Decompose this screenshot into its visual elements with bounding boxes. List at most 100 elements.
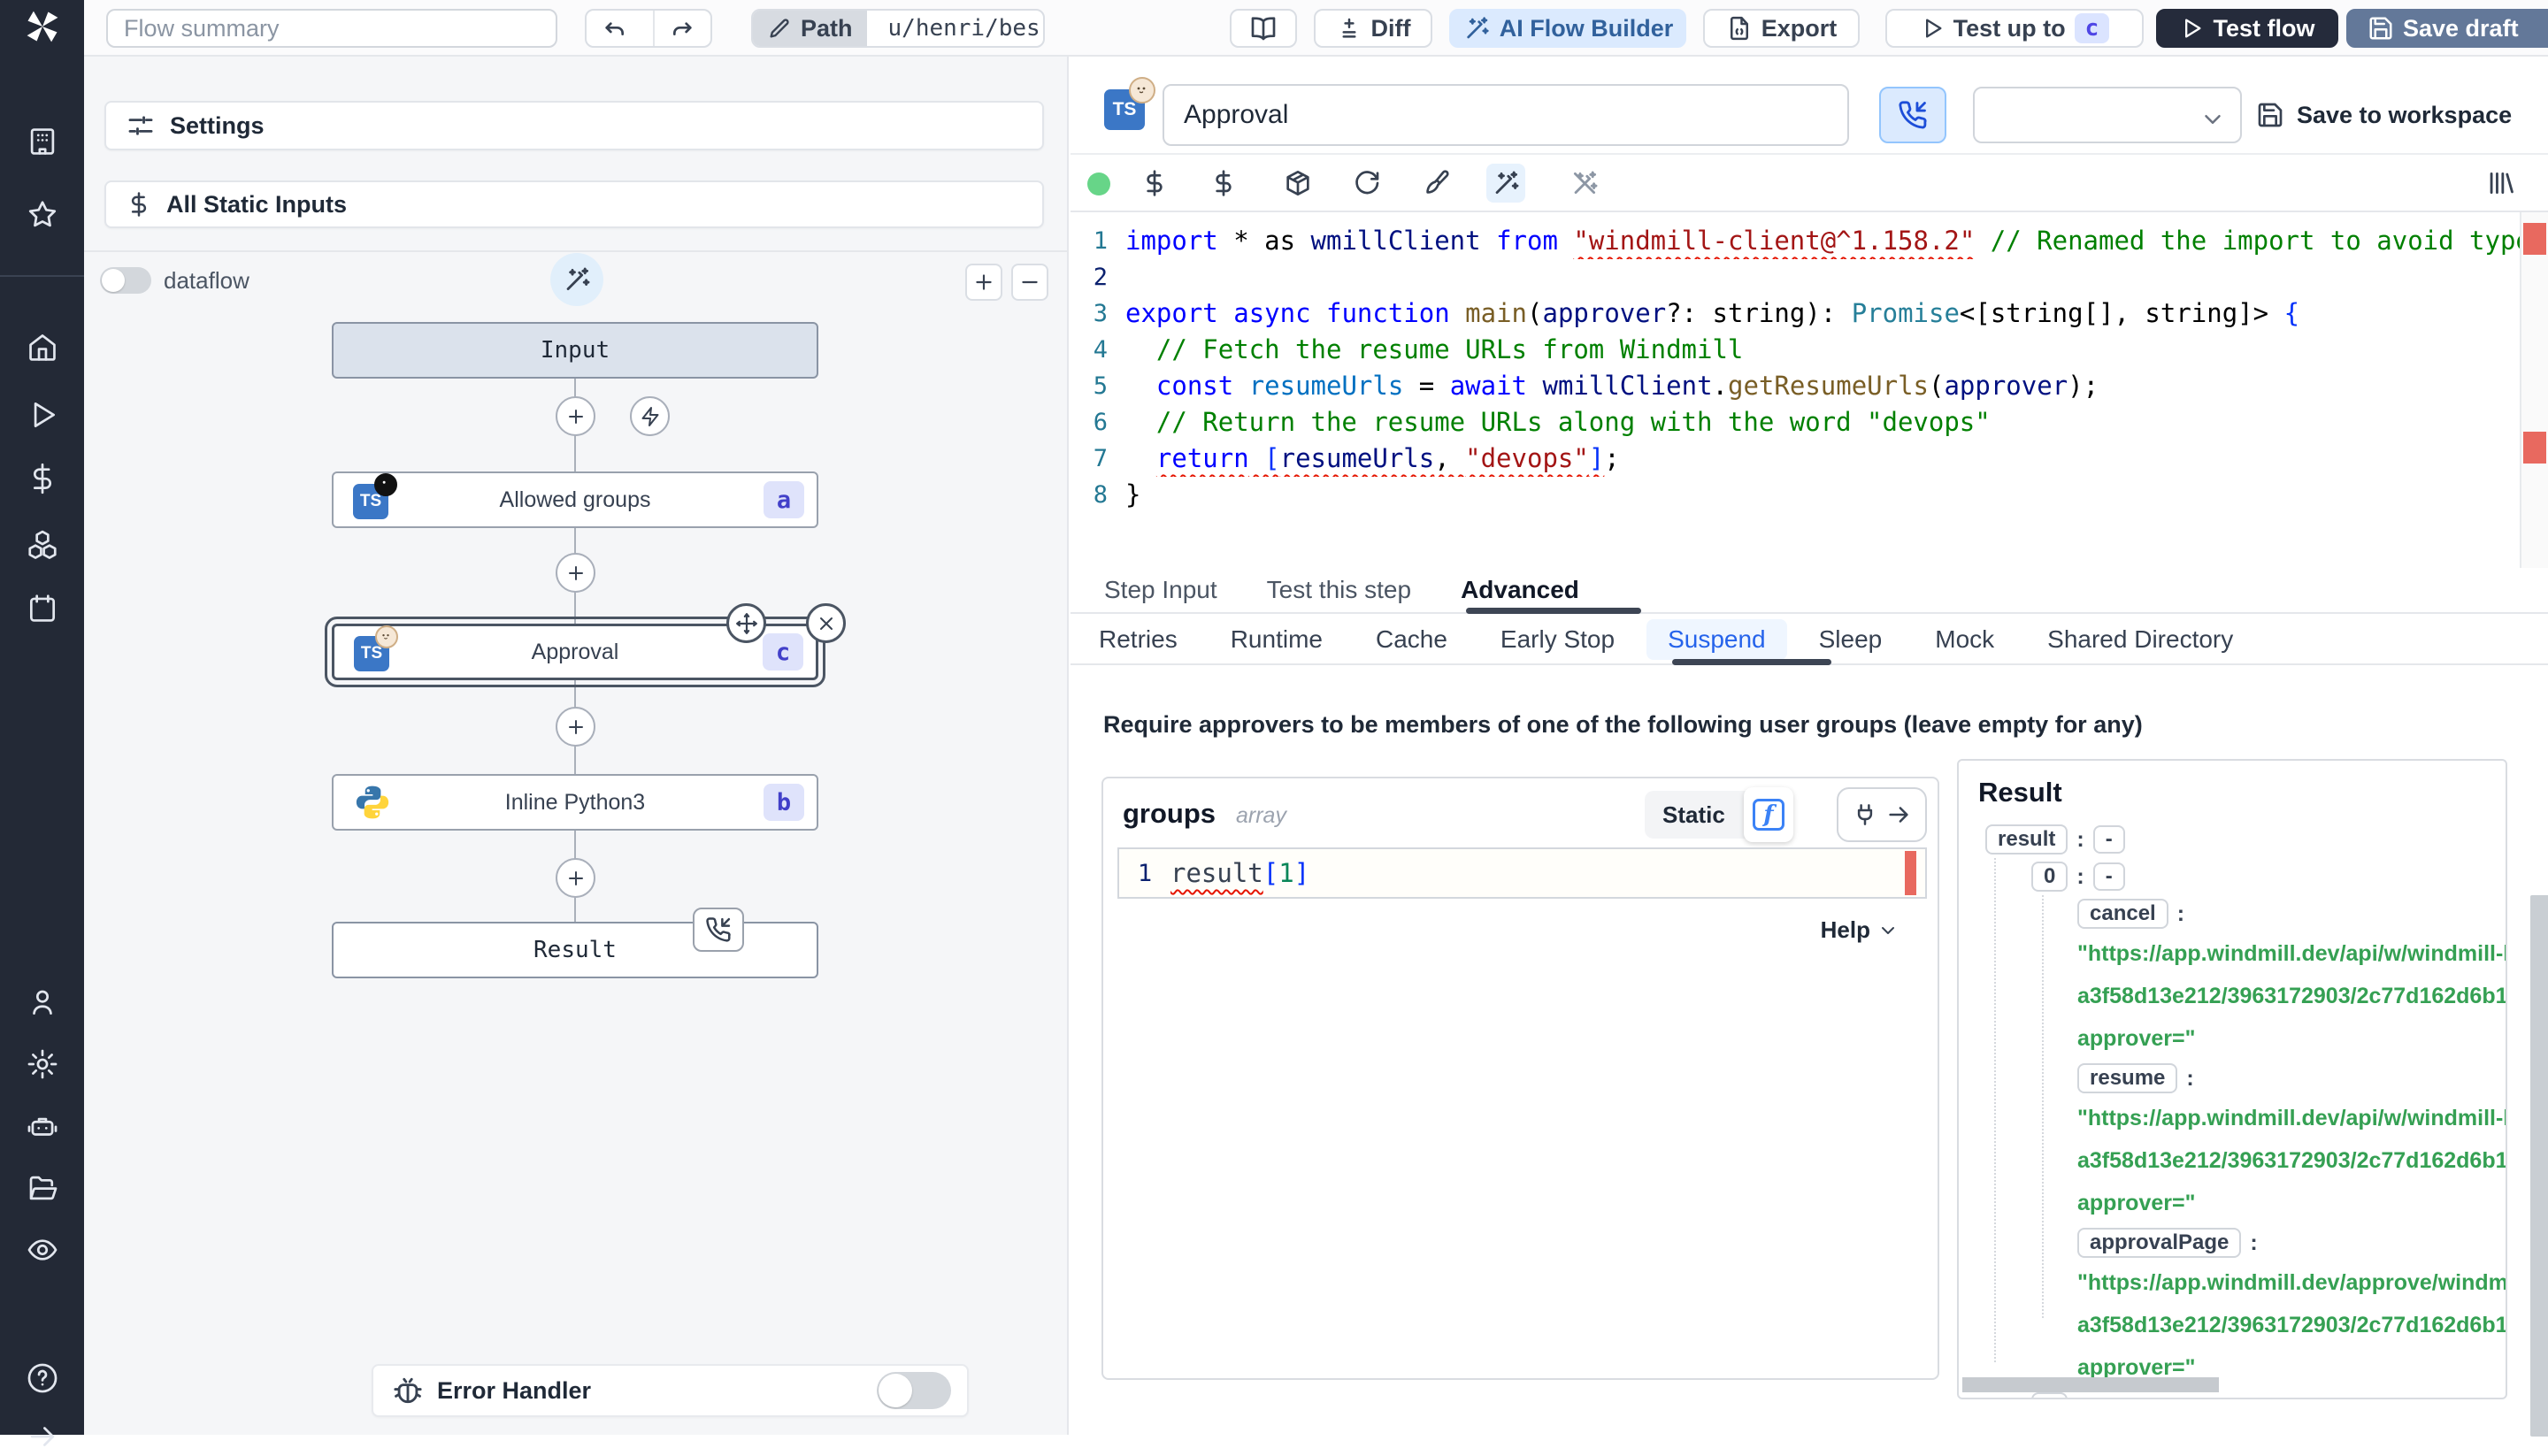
audit-eye-icon[interactable] [23, 1230, 62, 1269]
variables-icon[interactable] [23, 459, 62, 498]
folders-icon[interactable] [23, 1169, 62, 1207]
code-line[interactable]: 3export async function main(approver?: s… [1071, 295, 2520, 332]
schedules-icon[interactable] [23, 589, 62, 628]
flow-input-node[interactable]: Input [332, 322, 818, 379]
help-icon[interactable] [23, 1359, 62, 1398]
library-icon-button[interactable] [2481, 164, 2520, 203]
user-icon[interactable] [23, 983, 62, 1022]
test-flow-button[interactable]: Test flow [2156, 9, 2338, 48]
test-up-to-button[interactable]: Test up to c [1885, 9, 2144, 48]
favorites-star-icon[interactable] [23, 195, 62, 234]
help-dropdown[interactable]: Help [1821, 916, 1899, 944]
sliders-icon [126, 111, 156, 141]
flow-node-inline-python3[interactable]: Inline Python3 b [332, 774, 818, 831]
code-line[interactable]: 5 const resumeUrls = await wmillClient.g… [1071, 368, 2520, 404]
all-static-inputs-label: All Static Inputs [166, 191, 347, 218]
zoom-out-button[interactable] [1011, 264, 1048, 301]
tab-mock[interactable]: Mock [1935, 625, 1994, 654]
expression-mode-button[interactable]: f [1744, 787, 1793, 842]
flow-node-allowed-groups[interactable]: TS Allowed groups a [332, 471, 818, 528]
all-static-inputs-button[interactable]: All Static Inputs [104, 180, 1044, 228]
phone-incoming-icon [705, 916, 732, 943]
result-json-tree[interactable]: result:-0:-cancel:"https://app.windmill.… [1978, 821, 2506, 1399]
panel-vertical-scrollbar[interactable] [2530, 895, 2548, 1437]
add-trigger-button[interactable] [630, 396, 670, 436]
tab-sleep[interactable]: Sleep [1819, 625, 1883, 654]
chevron-down-icon [2199, 106, 2226, 133]
path-value[interactable]: u/henri/bes [876, 15, 1043, 42]
json-row[interactable]: cancel: [1978, 895, 2506, 932]
format-brush-icon-button[interactable] [1417, 164, 1456, 203]
code-line[interactable]: 2 [1071, 259, 2520, 295]
zoom-in-button[interactable] [965, 264, 1002, 301]
move-node-button[interactable] [726, 603, 766, 643]
add-step-button[interactable] [556, 707, 595, 747]
json-row[interactable]: approvalPage: [1978, 1224, 2506, 1261]
redo-button[interactable] [653, 11, 710, 46]
diff-button[interactable]: Diff [1314, 9, 1432, 48]
connect-input-button[interactable] [1837, 787, 1927, 842]
tab-suspend[interactable]: Suspend [1646, 619, 1787, 660]
flow-summary-input[interactable] [106, 9, 557, 48]
windmill-logo-icon[interactable] [23, 7, 62, 46]
ai-wand-icon-button[interactable] [1486, 164, 1525, 203]
reload-icon-button[interactable] [1347, 164, 1386, 203]
code-line[interactable]: 7 return [resumeUrls, "devops"]; [1071, 441, 2520, 477]
groups-expression-editor[interactable]: 1 result[1] [1117, 847, 1927, 899]
json-row[interactable]: result:- [1978, 821, 2506, 858]
add-step-button[interactable] [556, 858, 595, 898]
ai-graph-wand-button[interactable] [550, 253, 603, 306]
result-horizontal-scrollbar[interactable] [1962, 1377, 2219, 1392]
code-line[interactable]: 1import * as wmillClient from "windmill-… [1071, 223, 2520, 259]
tab-test-this-step[interactable]: Test this step [1267, 576, 1411, 604]
suspend-phone-button[interactable] [1879, 87, 1946, 143]
save-to-workspace-button[interactable]: Save to workspace [2256, 92, 2512, 138]
undo-button[interactable] [587, 11, 644, 46]
sidebar-divider [0, 275, 84, 277]
tab-retries[interactable]: Retries [1099, 625, 1178, 654]
close-icon [816, 613, 837, 634]
home-icon[interactable] [23, 328, 62, 367]
tab-step-input[interactable]: Step Input [1104, 576, 1217, 604]
tab-early-stop[interactable]: Early Stop [1500, 625, 1615, 654]
docs-button[interactable] [1230, 9, 1297, 48]
variables-icon-button[interactable] [1204, 164, 1243, 203]
settings-gear-icon[interactable] [23, 1045, 62, 1084]
dataflow-toggle[interactable] [100, 267, 151, 294]
workers-bot-icon[interactable] [23, 1107, 62, 1146]
collapse-arrow-icon[interactable] [23, 1417, 62, 1456]
add-step-button[interactable] [556, 396, 595, 436]
active-tab-underline [1466, 608, 1641, 614]
suspend-approval-indicator[interactable] [693, 908, 744, 952]
json-row[interactable]: resume: [1978, 1060, 2506, 1097]
code-line[interactable]: 4 // Fetch the resume URLs from Windmill [1071, 332, 2520, 368]
kind-select[interactable] [1973, 87, 2242, 143]
tab-runtime[interactable]: Runtime [1231, 625, 1323, 654]
runs-icon[interactable] [23, 395, 62, 434]
json-row[interactable]: 0:- [1978, 858, 2506, 895]
step-name-input[interactable] [1163, 84, 1849, 146]
add-step-button[interactable] [556, 553, 595, 593]
flow-result-node[interactable]: Result [332, 922, 818, 978]
ai-flow-builder-button[interactable]: AI Flow Builder [1449, 9, 1686, 48]
package-icon-button[interactable] [1278, 164, 1317, 203]
ai-wand-off-icon-button[interactable] [1565, 164, 1604, 203]
workspace-icon[interactable] [23, 122, 62, 161]
tab-shared-directory[interactable]: Shared Directory [2047, 625, 2233, 654]
save-draft-button[interactable]: Save draft [2346, 9, 2548, 48]
delete-node-button[interactable] [806, 603, 846, 643]
path-button[interactable]: Path [753, 11, 867, 46]
static-inputs-icon-button[interactable] [1135, 164, 1174, 203]
code-line[interactable]: 8} [1071, 477, 2520, 513]
resources-icon[interactable] [23, 525, 62, 564]
collapse-button[interactable]: - [2093, 862, 2125, 891]
collapse-button[interactable]: - [2093, 825, 2125, 854]
error-handler-toggle[interactable] [877, 1372, 951, 1409]
export-button[interactable]: Export [1703, 9, 1860, 48]
tab-cache[interactable]: Cache [1376, 625, 1447, 654]
error-handler-card[interactable]: Error Handler [372, 1364, 969, 1417]
flow-settings-button[interactable]: Settings [104, 101, 1044, 150]
code-editor[interactable]: 1import * as wmillClient from "windmill-… [1071, 212, 2548, 568]
code-line[interactable]: 6 // Return the resume URLs along with t… [1071, 404, 2520, 441]
tab-advanced[interactable]: Advanced [1461, 576, 1579, 604]
